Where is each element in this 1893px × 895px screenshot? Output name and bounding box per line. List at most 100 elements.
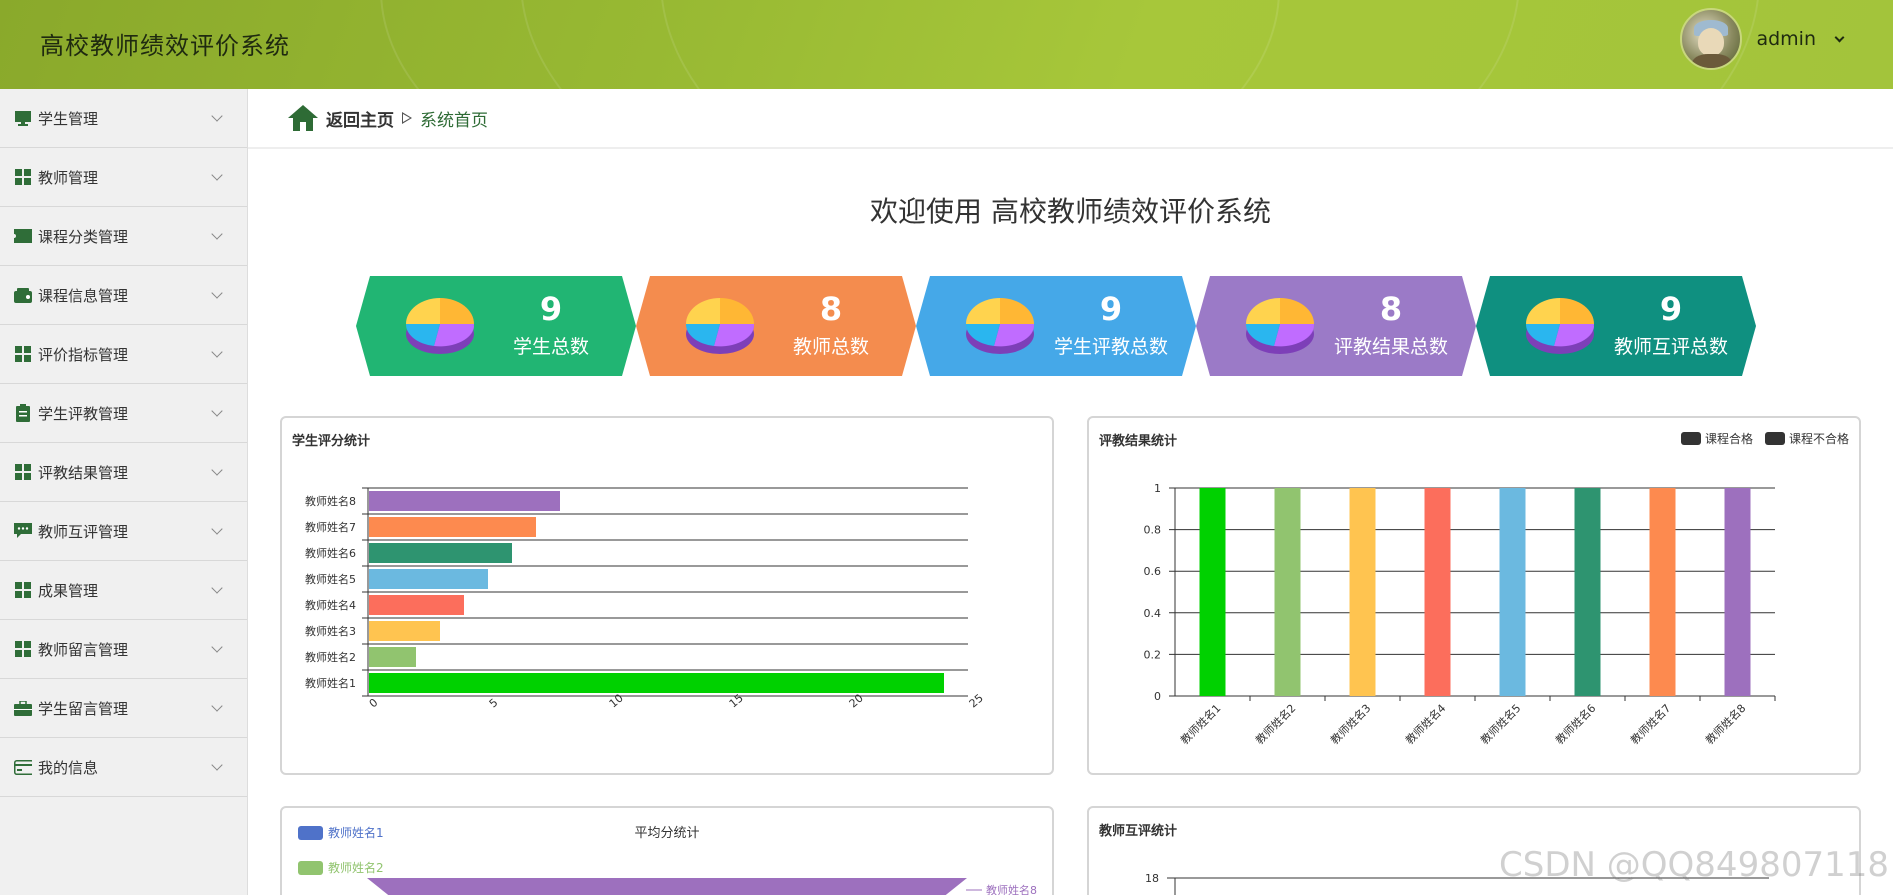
sidebar-item-10[interactable]: 学生留言管理 — [0, 679, 247, 738]
sidebar-item-7[interactable]: 教师互评管理 — [0, 502, 247, 561]
y-tick-label: 教师姓名1 — [305, 676, 356, 690]
chevron-down-icon[interactable] — [211, 405, 223, 417]
chevron-down-icon[interactable] — [211, 523, 223, 535]
stat-label: 评教结果总数 — [1333, 336, 1448, 358]
sidebar-item-label: 学生评教管理 — [38, 404, 129, 423]
y-tick-label: 18 — [1145, 872, 1159, 885]
y-tick-label: 教师姓名8 — [305, 494, 356, 508]
sidebar-item-5[interactable]: 学生评教管理 — [0, 384, 247, 443]
y-tick-label: 教师姓名5 — [305, 572, 356, 586]
sidebar-item-11[interactable]: 我的信息 — [0, 738, 247, 797]
sidebar-item-label: 教师留言管理 — [38, 640, 129, 659]
chevron-down-icon[interactable] — [211, 641, 223, 653]
stat-card-2[interactable]: 9 学生评教总数 — [916, 276, 1196, 376]
chevron-down-icon[interactable] — [1834, 32, 1845, 42]
average-score-chart-panel: 平均分统计 教师姓名1 教师姓名2 教师姓名8 — [280, 806, 1054, 895]
breadcrumb: 返回主页 系统首页 — [248, 89, 1893, 149]
y-tick-label: 教师姓名3 — [305, 624, 356, 638]
chevron-down-icon[interactable] — [211, 346, 223, 358]
evaluation-result-chart-panel: 评教结果统计 课程合格 课程不合格 0 0.2 0.4 0.6 0.8 1 教师姓名1 教师姓… — [1087, 416, 1861, 775]
y-tick-label: 0.6 — [1144, 565, 1162, 578]
sidebar-item-label: 教师管理 — [38, 168, 99, 187]
x-tick-label: 教师姓名3 — [1327, 701, 1373, 747]
sidebar-item-8[interactable]: 成果管理 — [0, 561, 247, 620]
bar — [369, 543, 512, 563]
sidebar-item-1[interactable]: 教师管理 — [0, 148, 247, 207]
x-tick-label: 25 — [967, 691, 986, 710]
sidebar-item-label: 教师互评管理 — [38, 522, 129, 541]
bar — [1649, 488, 1676, 696]
sidebar-item-9[interactable]: 教师留言管理 — [0, 620, 247, 679]
grid-icon — [14, 581, 32, 599]
x-tick-label: 教师姓名4 — [1402, 701, 1448, 747]
chat-icon — [14, 522, 32, 540]
sidebar-item-label: 课程分类管理 — [38, 227, 129, 246]
y-tick-label: 教师姓名7 — [305, 520, 356, 534]
x-tick-label: 教师姓名6 — [1552, 701, 1598, 747]
briefcase-icon — [14, 699, 32, 717]
sidebar-item-label: 评教结果管理 — [38, 463, 129, 482]
card-icon — [14, 758, 32, 776]
y-tick-label: 教师姓名2 — [305, 650, 356, 664]
chevron-down-icon[interactable] — [211, 759, 223, 771]
sidebar-item-label: 评价指标管理 — [38, 345, 129, 364]
user-menu[interactable]: admin — [1680, 8, 1845, 70]
pie-chart-icon — [964, 294, 1036, 358]
stat-value: 9 — [1099, 290, 1123, 328]
bar — [369, 491, 560, 511]
bar — [369, 647, 416, 667]
app-title: 高校教师绩效评价系统 — [40, 32, 290, 60]
bar — [369, 595, 464, 615]
y-tick-label: 1 — [1154, 482, 1161, 495]
chevron-down-icon[interactable] — [211, 169, 223, 181]
y-tick-label: 0.8 — [1144, 524, 1162, 537]
sidebar-item-3[interactable]: 课程信息管理 — [0, 266, 247, 325]
chevron-down-icon[interactable] — [211, 110, 223, 122]
grid-icon — [14, 345, 32, 363]
watermark: CSDN @QQ849807118 — [1499, 845, 1889, 885]
bar — [1349, 488, 1376, 696]
breadcrumb-home-link[interactable]: 返回主页 — [326, 106, 394, 131]
sidebar-item-6[interactable]: 评教结果管理 — [0, 443, 247, 502]
clipboard-icon — [14, 404, 32, 422]
chevron-down-icon[interactable] — [211, 700, 223, 712]
x-tick-label: 教师姓名8 — [1702, 701, 1748, 747]
chevron-down-icon[interactable] — [211, 464, 223, 476]
user-name[interactable]: admin — [1756, 28, 1816, 50]
y-tick-label: 0.2 — [1144, 648, 1162, 661]
funnel-segment — [367, 878, 967, 895]
chevron-down-icon[interactable] — [211, 287, 223, 299]
bar — [1424, 488, 1451, 696]
sidebar-item-2[interactable]: 课程分类管理 — [0, 207, 247, 266]
bar — [1724, 488, 1751, 696]
stat-label: 学生评教总数 — [1053, 336, 1168, 358]
avatar[interactable] — [1680, 8, 1743, 70]
home-icon[interactable] — [288, 105, 318, 131]
x-tick-label: 5 — [487, 696, 501, 710]
bar — [369, 569, 488, 589]
x-tick-label: 10 — [607, 691, 626, 710]
ticket-icon — [14, 227, 32, 245]
stat-value: 8 — [1379, 290, 1403, 328]
grid-icon — [14, 463, 32, 481]
pie-chart-icon — [404, 294, 476, 358]
evaluation-result-chart: 0 0.2 0.4 0.6 0.8 1 教师姓名1 教师姓名2 教师姓名3 教师姓名4 教师姓名5 教… — [1144, 482, 1776, 747]
y-tick-label: 教师姓名4 — [305, 598, 356, 612]
stat-card-4[interactable]: 9 教师互评总数 — [1476, 276, 1756, 376]
student-score-chart-panel: 学生评分统计 教师姓名1 教师姓名2 教师姓名3 教师姓名4 教师姓名5 教师姓名6 教师姓… — [280, 416, 1054, 775]
bar — [1199, 488, 1226, 696]
chevron-down-icon[interactable] — [211, 582, 223, 594]
bar — [369, 673, 944, 693]
grid-icon — [14, 168, 32, 186]
pie-chart-icon — [1524, 294, 1596, 358]
sidebar-item-4[interactable]: 评价指标管理 — [0, 325, 247, 384]
y-tick-label: 教师姓名6 — [305, 546, 356, 560]
sidebar-item-0[interactable]: 学生管理 — [0, 89, 247, 148]
stat-card-1[interactable]: 8 教师总数 — [636, 276, 916, 376]
stat-card-0[interactable]: 9 学生总数 — [356, 276, 636, 376]
stat-card-3[interactable]: 8 评教结果总数 — [1196, 276, 1476, 376]
bar — [1574, 488, 1601, 696]
sidebar: 学生管理教师管理课程分类管理课程信息管理评价指标管理 学生评教管理 评教结果管理 教师… — [0, 89, 248, 895]
bar — [1274, 488, 1301, 696]
chevron-down-icon[interactable] — [211, 228, 223, 240]
